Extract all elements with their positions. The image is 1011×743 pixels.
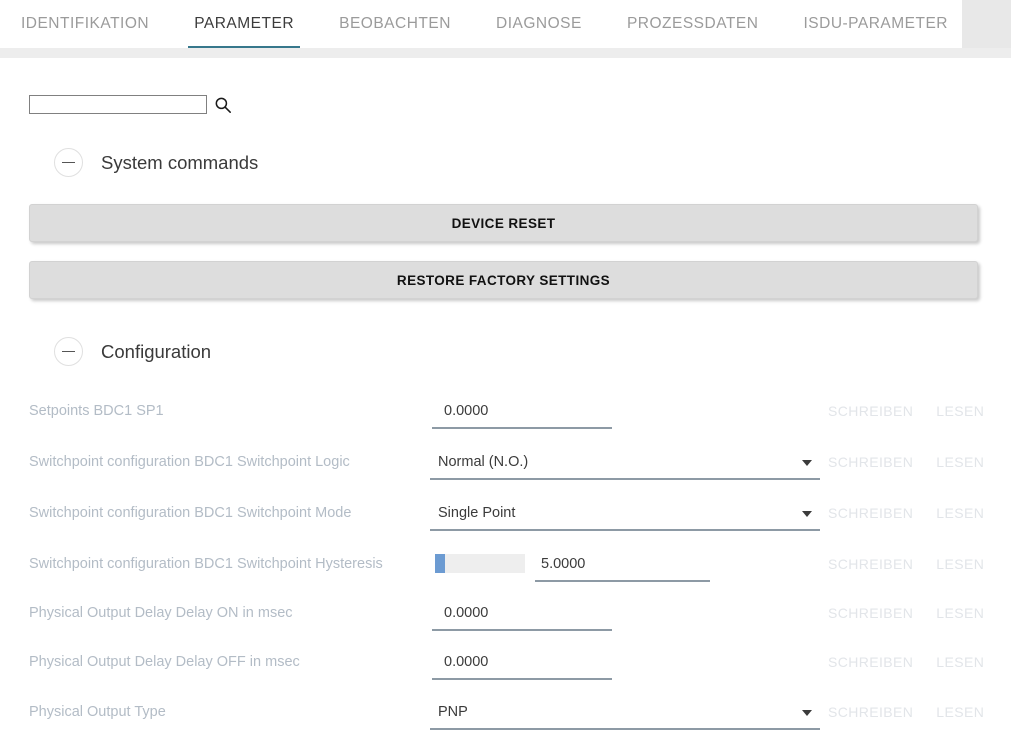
row-label: Switchpoint configuration BDC1 Switchpoi… (29, 556, 383, 572)
tab-prozessdaten[interactable]: PROZESSDATEN (613, 0, 772, 48)
read-button[interactable]: LESEN (936, 454, 984, 470)
row-label: Physical Output Type (29, 704, 166, 720)
setpoint-sp1-field[interactable]: 0.0000 (432, 396, 612, 429)
search-row (29, 95, 232, 114)
parameter-panel: System commands DEVICE RESET RESTORE FAC… (0, 58, 1011, 743)
write-button[interactable]: SCHREIBEN (828, 556, 913, 572)
device-reset-button[interactable]: DEVICE RESET (29, 204, 978, 242)
tab-isdu-parameter[interactable]: ISDU-PARAMETER (789, 0, 962, 48)
field-underline (430, 529, 820, 531)
tab-label: DIAGNOSE (496, 15, 582, 32)
search-icon[interactable] (214, 96, 232, 114)
row-actions: SCHREIBEN LESEN (828, 556, 984, 572)
write-button[interactable]: SCHREIBEN (828, 654, 913, 670)
table-row: Physical Output Delay Delay OFF in msec … (0, 642, 1011, 692)
field-value: Single Point (438, 505, 516, 521)
tab-identifikation[interactable]: IDENTIFIKATION (7, 0, 163, 48)
switchpoint-logic-select[interactable]: Normal (N.O.) (430, 447, 820, 480)
table-row: Setpoints BDC1 SP1 0.0000 SCHREIBEN LESE… (0, 391, 1011, 441)
field-underline (432, 427, 612, 429)
search-input[interactable] (29, 95, 207, 114)
table-row: Physical Output Type PNP SCHREIBEN LESEN (0, 692, 1011, 742)
read-button[interactable]: LESEN (936, 605, 984, 621)
row-actions: SCHREIBEN LESEN (828, 403, 984, 419)
tab-parameter[interactable]: PARAMETER (180, 0, 308, 48)
section-title: Configuration (101, 340, 212, 362)
tab-label: BEOBACHTEN (339, 15, 451, 32)
row-actions: SCHREIBEN LESEN (828, 505, 984, 521)
field-value: 5.0000 (541, 556, 586, 572)
delay-off-field[interactable]: 0.0000 (432, 647, 612, 680)
chevron-down-icon[interactable] (802, 460, 812, 466)
chevron-down-icon[interactable] (802, 511, 812, 517)
table-row: Switchpoint configuration BDC1 Switchpoi… (0, 442, 1011, 492)
tab-label: ISDU-PARAMETER (803, 15, 948, 32)
write-button[interactable]: SCHREIBEN (828, 403, 913, 419)
field-underline (432, 678, 612, 680)
row-actions: SCHREIBEN LESEN (828, 454, 984, 470)
tab-diagnose[interactable]: DIAGNOSE (482, 0, 596, 48)
read-button[interactable]: LESEN (936, 704, 984, 720)
chevron-down-icon[interactable] (802, 710, 812, 716)
minus-icon (62, 161, 75, 164)
hysteresis-value-field[interactable]: 5.0000 (535, 549, 710, 582)
tab-bar-separator (0, 48, 1011, 58)
write-button[interactable]: SCHREIBEN (828, 454, 913, 470)
slider-fill (435, 554, 445, 573)
tab-label: IDENTIFIKATION (20, 15, 150, 32)
read-button[interactable]: LESEN (936, 556, 984, 572)
section-title: System commands (101, 151, 259, 173)
collapse-toggle-configuration[interactable] (54, 337, 83, 366)
button-label: DEVICE RESET (451, 215, 556, 231)
section-header-configuration: Configuration (54, 337, 211, 366)
row-label: Switchpoint configuration BDC1 Switchpoi… (29, 505, 352, 521)
field-value: Normal (N.O.) (438, 454, 529, 470)
field-value: PNP (438, 704, 468, 720)
row-actions: SCHREIBEN LESEN (828, 654, 984, 670)
write-button[interactable]: SCHREIBEN (828, 605, 913, 621)
tab-bar: IDENTIFIKATION PARAMETER BEOBACHTEN DIAG… (0, 0, 962, 48)
restore-factory-settings-button[interactable]: RESTORE FACTORY SETTINGS (29, 261, 978, 299)
hysteresis-slider[interactable] (435, 554, 525, 573)
physical-output-type-select[interactable]: PNP (430, 697, 820, 730)
tab-label: PARAMETER (194, 15, 295, 32)
tab-beobachten[interactable]: BEOBACHTEN (325, 0, 465, 48)
field-value: 0.0000 (444, 605, 489, 621)
table-row: Switchpoint configuration BDC1 Switchpoi… (0, 544, 1011, 594)
row-label: Setpoints BDC1 SP1 (29, 403, 164, 419)
section-header-system-commands: System commands (54, 148, 258, 177)
read-button[interactable]: LESEN (936, 654, 984, 670)
row-actions: SCHREIBEN LESEN (828, 704, 984, 720)
write-button[interactable]: SCHREIBEN (828, 505, 913, 521)
minus-icon (62, 350, 75, 353)
row-actions: SCHREIBEN LESEN (828, 605, 984, 621)
field-underline (535, 580, 710, 582)
field-underline (432, 629, 612, 631)
table-row: Switchpoint configuration BDC1 Switchpoi… (0, 493, 1011, 543)
read-button[interactable]: LESEN (936, 505, 984, 521)
row-label: Physical Output Delay Delay OFF in msec (29, 654, 300, 670)
delay-on-field[interactable]: 0.0000 (432, 598, 612, 631)
button-label: RESTORE FACTORY SETTINGS (396, 272, 611, 288)
field-value: 0.0000 (444, 403, 489, 419)
row-label: Switchpoint configuration BDC1 Switchpoi… (29, 454, 350, 470)
collapse-toggle-system-commands[interactable] (54, 148, 83, 177)
field-underline (430, 728, 820, 730)
tab-bar-background: IDENTIFIKATION PARAMETER BEOBACHTEN DIAG… (0, 0, 1011, 48)
write-button[interactable]: SCHREIBEN (828, 704, 913, 720)
field-underline (430, 478, 820, 480)
field-value: 0.0000 (444, 654, 489, 670)
table-row: Physical Output Delay Delay ON in msec 0… (0, 593, 1011, 643)
switchpoint-mode-select[interactable]: Single Point (430, 498, 820, 531)
row-label: Physical Output Delay Delay ON in msec (29, 605, 293, 621)
tab-label: PROZESSDATEN (626, 15, 759, 32)
read-button[interactable]: LESEN (936, 403, 984, 419)
